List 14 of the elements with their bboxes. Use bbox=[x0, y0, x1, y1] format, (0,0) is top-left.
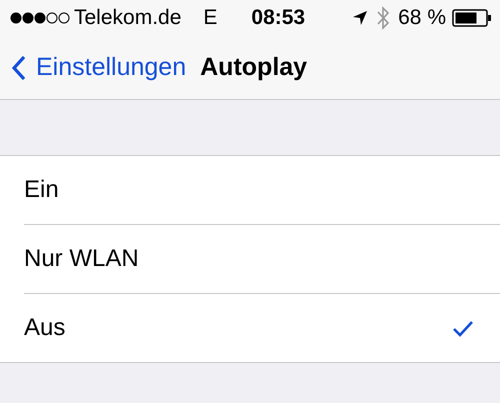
option-row[interactable]: Aus bbox=[24, 294, 500, 362]
back-button[interactable]: Einstellungen bbox=[12, 53, 186, 82]
screen-title: Autoplay bbox=[200, 53, 308, 82]
battery-percent: 68 % bbox=[398, 6, 446, 30]
location-arrow-icon bbox=[352, 10, 368, 26]
network-type: E bbox=[203, 6, 218, 30]
bluetooth-icon bbox=[376, 6, 390, 30]
battery-icon bbox=[452, 9, 492, 27]
signal-strength-icon bbox=[10, 12, 70, 24]
clock-time: 08:53 bbox=[251, 6, 306, 30]
option-row[interactable]: Ein bbox=[24, 156, 500, 225]
option-row[interactable]: Nur WLAN bbox=[24, 225, 500, 294]
back-chevron-icon bbox=[12, 54, 26, 80]
carrier-name: Telekom.de bbox=[74, 6, 182, 30]
